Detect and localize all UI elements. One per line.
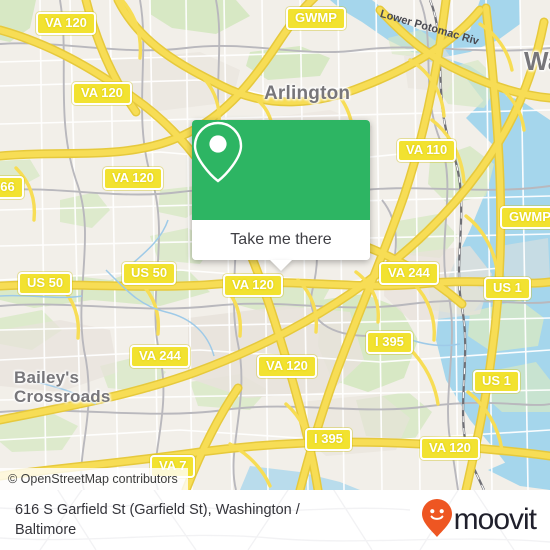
moovit-logo[interactable]: moovit [421,498,537,542]
popup-pointer-tail [270,260,292,271]
shield-us-1-b: US 1 [473,370,520,393]
shield-gwmp-b: GWMP [500,206,550,229]
location-popup-card[interactable]: Take me there [192,120,370,271]
take-me-there-label: Take me there [230,231,332,248]
shield-us-1-a: US 1 [484,277,531,300]
shield-va-120-b: VA 120 [72,82,132,105]
shield-va-244-b: VA 244 [130,345,190,368]
osm-attribution-label: © OpenStreetMap contributors [8,472,178,486]
shield-i-66: I 66 [0,176,24,199]
shield-i-395-b: I 395 [305,428,352,451]
shield-gwmp-a: GWMP [286,7,346,30]
shield-va-120-c: VA 120 [103,167,163,190]
moovit-wordmark: moovit [453,503,537,536]
shield-va-120-d: VA 120 [223,274,283,297]
popup-header [192,120,370,220]
moovit-map-screenshot: Lower Potomac Riv Arlington Bailey's Cro… [0,0,550,550]
footer-bar: 616 S Garfield St (Garfield St), Washing… [0,490,550,550]
map-canvas[interactable]: Lower Potomac Riv Arlington Bailey's Cro… [0,0,550,490]
moovit-pin-icon [421,498,452,542]
location-address: 616 S Garfield St (Garfield St), Washing… [15,502,300,538]
shield-us-50-a: US 50 [18,272,73,295]
shield-va-120-f: VA 120 [420,437,480,460]
shield-i-395-a: I 395 [366,331,413,354]
shield-us-50-b: US 50 [122,262,177,285]
shield-va-120-e: VA 120 [257,355,317,378]
shield-va-244-a: VA 244 [379,262,439,285]
take-me-there-button[interactable]: Take me there [192,220,370,260]
shield-va-120-a: VA 120 [36,12,96,35]
shield-va-110: VA 110 [397,139,457,162]
osm-attribution[interactable]: © OpenStreetMap contributors [0,468,188,490]
